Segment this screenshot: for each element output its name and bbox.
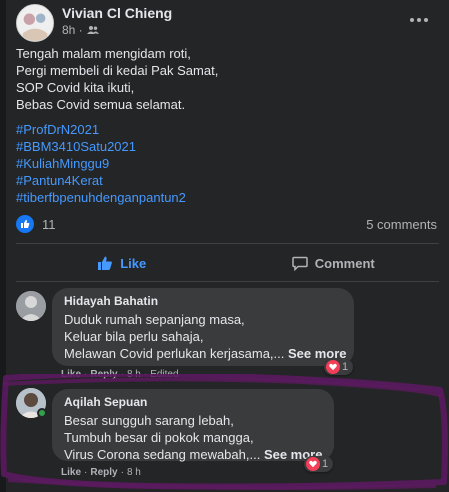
- comment-line: Melawan Covid perlukan kerjasama,... See…: [64, 345, 347, 362]
- separator-dot: ·: [84, 467, 88, 478]
- hashtag-link[interactable]: #BBM3410Satu2021: [16, 138, 186, 155]
- separator-dot: ·: [120, 467, 124, 478]
- post-line: SOP Covid kita ikuti,: [16, 80, 135, 95]
- thumbs-up-icon: [98, 256, 113, 270]
- post-card: Vivian Cl Chieng 8h · Tengah malam mengi…: [6, 0, 449, 492]
- post-action-bar: Like Comment: [16, 246, 439, 280]
- like-button[interactable]: Like: [16, 246, 228, 280]
- comment-line: Duduk rumah sepanjang masa,: [64, 312, 245, 327]
- comment-like-button[interactable]: Like: [61, 467, 81, 478]
- separator-dot: ·: [120, 369, 124, 380]
- post-line: Bebas Covid semua selamat.: [16, 97, 186, 112]
- comment-line-text: Melawan Covid perlukan kerjasama,...: [64, 346, 288, 361]
- hashtag-list: #ProfDrN2021 #BBM3410Satu2021 #KuliahMin…: [16, 121, 186, 206]
- comment-reaction-count: 1: [322, 458, 329, 470]
- separator-dot: ·: [143, 369, 148, 380]
- hashtag-link[interactable]: #tiberfbpenuhdenganpantun2: [16, 189, 186, 206]
- comment-button[interactable]: Comment: [228, 246, 440, 280]
- comment-bubble: Hidayah Bahatin Duduk rumah sepanjang ma…: [52, 288, 354, 366]
- comment-line: Keluar bila perlu sahaja,: [64, 329, 204, 344]
- friends-icon: [86, 26, 99, 34]
- comment-icon: [292, 256, 308, 271]
- reaction-summary[interactable]: 11: [16, 215, 56, 233]
- post-time[interactable]: 8h ·: [62, 23, 83, 37]
- comment-reaction-count: 1: [342, 361, 349, 373]
- post-body: Tengah malam mengidam roti, Pergi membel…: [16, 45, 218, 113]
- more-options-icon[interactable]: [409, 12, 429, 28]
- avatar-illustration: [16, 291, 46, 321]
- comment-bubble: Aqilah Sepuan Besar sungguh sarang lebah…: [52, 389, 334, 463]
- avatar-illustration: [17, 5, 53, 41]
- like-button-label: Like: [120, 255, 147, 271]
- post-line: Tengah malam mengidam roti,: [16, 46, 191, 61]
- hashtag-link[interactable]: #ProfDrN2021: [16, 121, 186, 138]
- comment-actions: Like · Reply · 8 h: [61, 467, 141, 478]
- divider: [16, 281, 439, 282]
- post-author-name[interactable]: Vivian Cl Chieng: [62, 5, 172, 21]
- comment-time[interactable]: 8 h: [127, 369, 141, 380]
- comment-like-button[interactable]: Like: [61, 369, 81, 380]
- online-status-indicator: [37, 408, 47, 418]
- comment-time[interactable]: 8 h: [127, 467, 141, 478]
- separator-dot: ·: [84, 369, 88, 380]
- comments-count-link[interactable]: 5 comments: [366, 217, 437, 232]
- like-reaction-icon: [16, 215, 34, 233]
- comment-author-name[interactable]: Hidayah Bahatin: [64, 294, 342, 308]
- divider: [16, 243, 439, 244]
- comment-reaction-summary[interactable]: 1: [304, 456, 334, 472]
- comment-reply-button[interactable]: Reply: [90, 467, 117, 478]
- comment-author-avatar[interactable]: [16, 291, 46, 321]
- comment-line: Besar sungguh sarang lebah,: [64, 413, 234, 428]
- comment-edited-label: Edited: [150, 369, 179, 380]
- post-line: Pergi membeli di kedai Pak Samat,: [16, 63, 219, 78]
- comment-reply-button[interactable]: Reply: [90, 369, 117, 380]
- comment-actions: Like · Reply · 8 h · Edited: [61, 369, 179, 380]
- reaction-count: 11: [42, 216, 56, 232]
- heart-reaction-icon: [326, 360, 340, 374]
- comment-line: Tumbuh besar di pokok mangga,: [64, 430, 254, 445]
- comment-author-name[interactable]: Aqilah Sepuan: [64, 395, 322, 409]
- heart-reaction-icon: [306, 457, 320, 471]
- post-meta: 8h ·: [62, 23, 99, 37]
- comment-line: Virus Corona sedang mewabah,... See more: [64, 446, 322, 463]
- hashtag-link[interactable]: #Pantun4Kerat: [16, 172, 186, 189]
- hashtag-link[interactable]: #KuliahMinggu9: [16, 155, 186, 172]
- comment-text: Besar sungguh sarang lebah, Tumbuh besar…: [64, 412, 322, 463]
- comment-button-label: Comment: [314, 255, 375, 271]
- post-author-avatar[interactable]: [16, 4, 54, 42]
- comment-reaction-summary[interactable]: 1: [324, 359, 354, 375]
- comment-line-text: Virus Corona sedang mewabah,...: [64, 447, 264, 462]
- comment-text: Duduk rumah sepanjang masa, Keluar bila …: [64, 311, 347, 362]
